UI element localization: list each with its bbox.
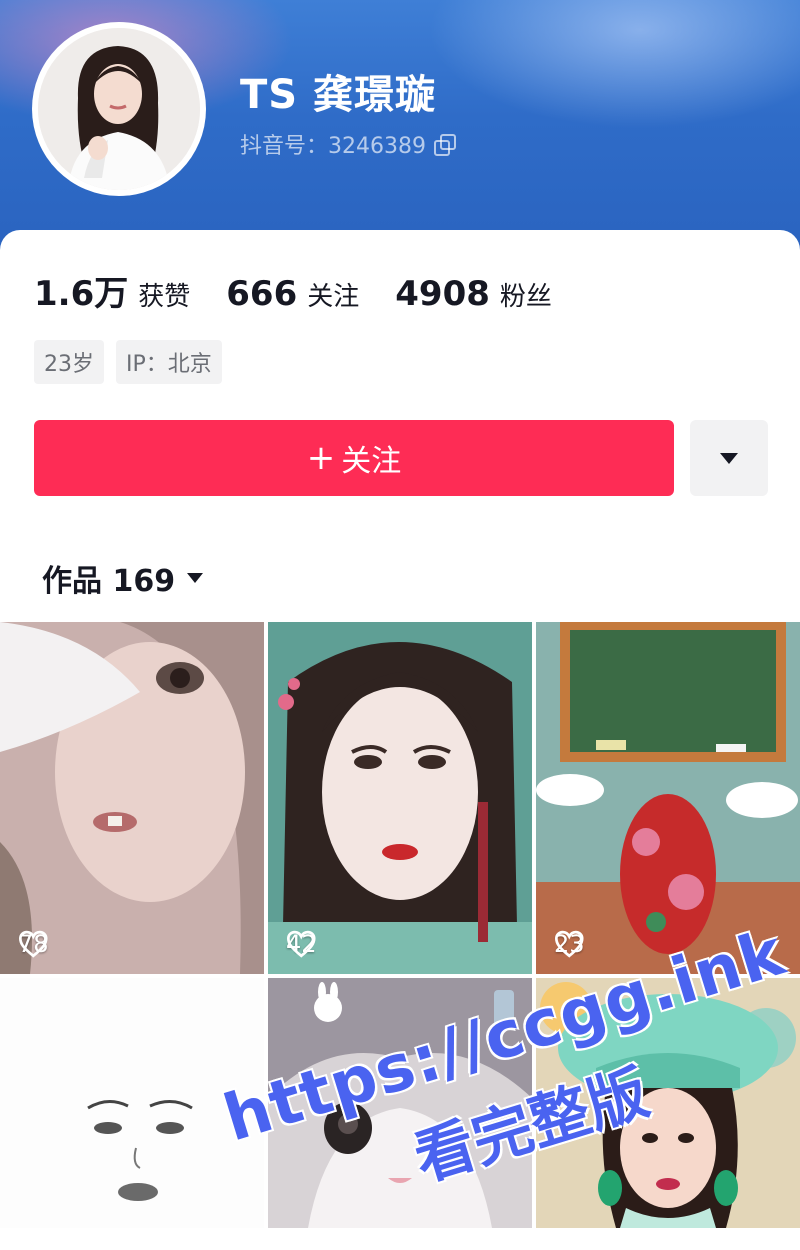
- post-thumbnail[interactable]: 42: [268, 622, 532, 974]
- like-count: 23: [554, 930, 585, 958]
- post-image: [268, 622, 532, 974]
- profile-name: TS 龚璟璇: [240, 72, 437, 118]
- heart-icon: [555, 930, 584, 958]
- post-thumbnail[interactable]: [0, 978, 264, 1228]
- stat-following[interactable]: 666 关注: [226, 274, 359, 314]
- stat-value: 4908: [395, 274, 490, 314]
- follow-button[interactable]: + 关注: [34, 420, 674, 496]
- stat-label: 关注: [307, 282, 360, 312]
- more-options-button[interactable]: [690, 420, 768, 496]
- post-image: [536, 622, 800, 974]
- post-image: [0, 622, 264, 974]
- profile-header: TS 龚璟璇 抖音号：3246389: [0, 0, 800, 260]
- like-count: 78: [18, 930, 49, 958]
- post-thumbnail[interactable]: 23: [536, 622, 800, 974]
- post-thumbnail[interactable]: [536, 978, 800, 1228]
- profile-card: 1.6万 获赞 666 关注 4908 粉丝 23岁 IP：北京 + 关注 作品…: [0, 230, 800, 1250]
- stat-label: 获赞: [138, 282, 191, 312]
- copy-icon[interactable]: [433, 134, 456, 156]
- stats-row: 1.6万 获赞 666 关注 4908 粉丝: [34, 266, 588, 315]
- ip-location-tag: IP：北京: [116, 340, 222, 384]
- profile-photo: [38, 28, 200, 190]
- post-thumbnail[interactable]: [268, 978, 532, 1228]
- like-count: 42: [286, 930, 317, 958]
- caret-down-icon: [187, 573, 204, 583]
- stat-label: 粉丝: [499, 282, 552, 312]
- stat-value: 1.6万: [34, 274, 129, 314]
- follow-label: 关注: [341, 444, 402, 479]
- heart-icon: [287, 930, 316, 958]
- douyin-id: 抖音号：3246389: [240, 134, 426, 159]
- stat-followers[interactable]: 4908 粉丝: [395, 274, 552, 314]
- post-thumbnail[interactable]: 78: [0, 622, 264, 974]
- caret-down-icon: [720, 452, 738, 464]
- works-tab-label: 作品 169: [42, 564, 176, 599]
- profile-tags: 23岁 IP：北京: [34, 340, 222, 384]
- age-tag: 23岁: [34, 340, 104, 384]
- post-image: [0, 978, 264, 1228]
- post-image: [536, 978, 800, 1228]
- post-image: [268, 978, 532, 1228]
- stat-likes[interactable]: 1.6万 获赞: [34, 266, 190, 315]
- douyin-id-row[interactable]: 抖音号：3246389: [240, 128, 456, 160]
- avatar[interactable]: [32, 22, 206, 196]
- heart-icon: [19, 930, 48, 958]
- stat-value: 666: [226, 274, 298, 314]
- plus-icon: +: [306, 438, 336, 478]
- tab-works[interactable]: 作品 169: [42, 556, 204, 600]
